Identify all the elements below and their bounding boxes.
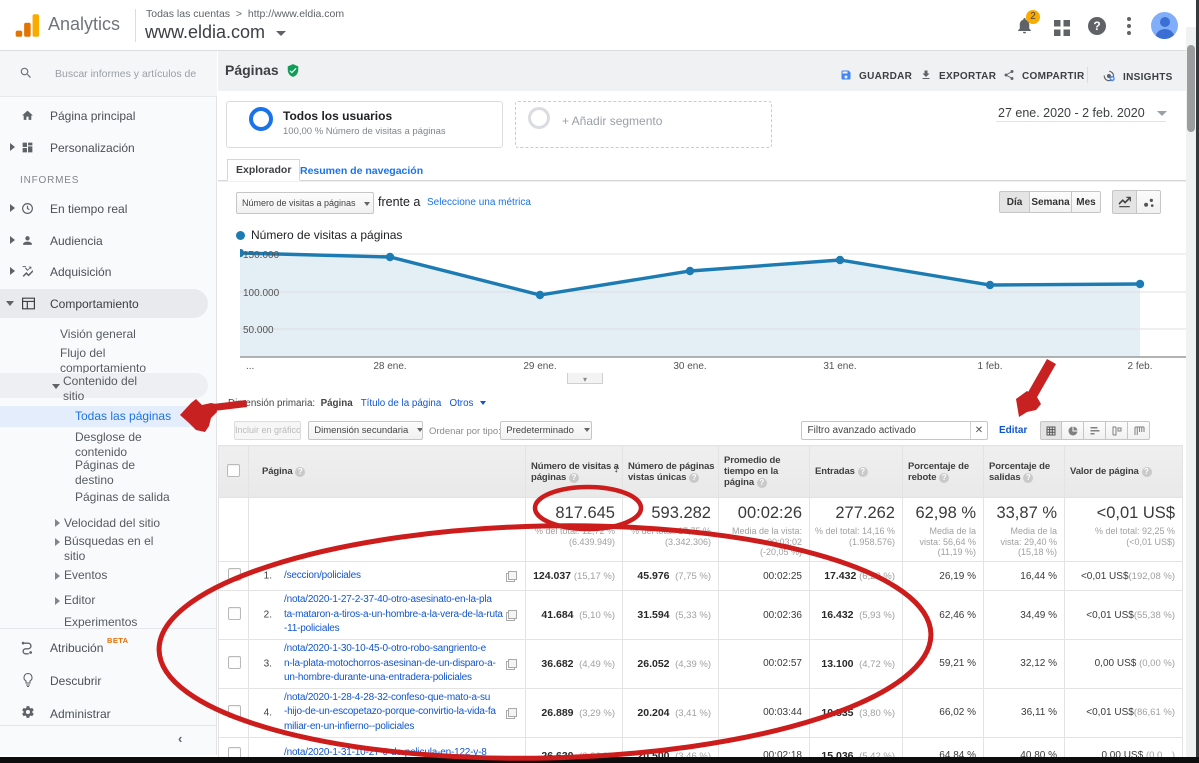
svg-text:31 ene.: 31 ene. (823, 361, 856, 372)
svg-text:150.000: 150.000 (243, 250, 280, 261)
svg-text:30 ene.: 30 ene. (673, 361, 706, 372)
svg-text:29 ene.: 29 ene. (523, 361, 556, 372)
svg-text:28 ene.: 28 ene. (373, 361, 406, 372)
svg-text:100.000: 100.000 (243, 288, 280, 299)
svg-text:1 feb.: 1 feb. (977, 361, 1002, 372)
svg-text:2 feb.: 2 feb. (1127, 361, 1152, 372)
svg-text:50.000: 50.000 (243, 325, 274, 336)
svg-text:...: ... (246, 361, 254, 372)
